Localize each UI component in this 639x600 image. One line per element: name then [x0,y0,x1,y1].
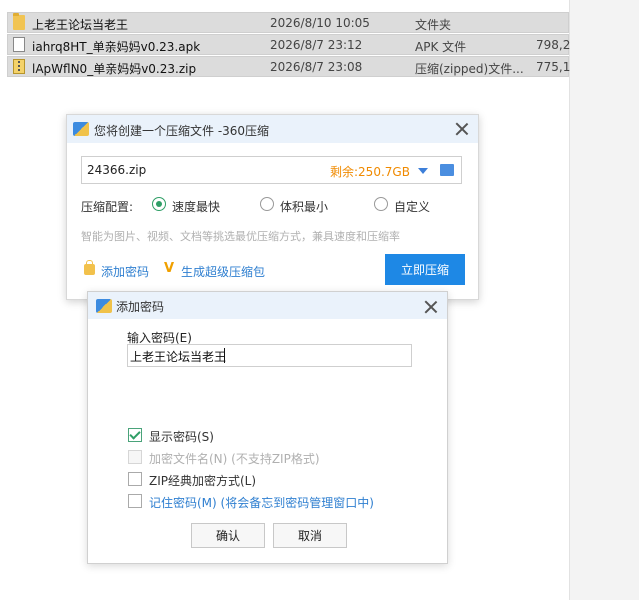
lock-icon [84,260,95,275]
file-name: 上老王论坛当老王 [32,18,129,32]
radio-smallest-label[interactable]: 体积最小 [280,198,328,215]
archive-filename-value[interactable]: 24366.zip [87,163,146,177]
super-pack-link[interactable]: 生成超级压缩包 [181,263,265,280]
add-password-link[interactable]: 添加密码 [101,263,149,280]
file-type: 文件夹 [415,18,452,32]
radio-fastest-label[interactable]: 速度最快 [172,198,220,215]
radio-fastest[interactable] [152,197,166,211]
file-date: 2026/8/7 23:12 [270,38,363,52]
chevron-down-icon[interactable] [418,168,428,174]
radio-custom[interactable] [374,197,388,211]
compress-config-label: 压缩配置: [81,200,134,214]
compress-now-button[interactable]: 立即压缩 [385,254,465,285]
compress-hint: 智能为图片、视频、文档等挑选最优压缩方式，兼具速度和压缩率 [81,230,400,243]
compress-dialog-titlebar[interactable]: 您将创建一个压缩文件 -360压缩 [67,115,478,143]
explorer-side-panel [569,0,639,600]
encrypt-filename-checkbox [128,450,142,464]
file-name: lApWflN0_单亲妈妈v0.23.zip [32,62,197,76]
free-space-label: 剩余:250.7GB [330,165,410,179]
radio-smallest[interactable] [260,197,274,211]
password-dialog-title: 添加密码 [116,300,165,314]
encrypt-filename-label: 加密文件名(N) (不支持ZIP格式) [149,452,320,466]
close-icon[interactable] [423,299,439,315]
confirm-button[interactable]: 确认 [191,523,265,548]
compress-dialog: 您将创建一个压缩文件 -360压缩 24366.zip 剩余:250.7GB 压… [66,114,479,300]
file-type: 压缩(zipped)文件... [415,62,524,76]
close-icon[interactable] [454,121,470,137]
password-dialog: 添加密码 输入密码(E) 上老王论坛当老王 显示密码(S) 加密文件名(N) (… [87,291,448,564]
remember-password-checkbox[interactable] [128,494,142,508]
cancel-button[interactable]: 取消 [273,523,347,548]
file-row-apk[interactable]: iahrq8HT_单亲妈妈v0.23.apk 2026/8/7 23:12 AP… [7,34,570,55]
show-password-label[interactable]: 显示密码(S) [149,428,214,445]
file-list: 上老王论坛当老王 2026/8/10 10:05 文件夹 iahrq8HT_单亲… [7,12,570,78]
file-size: 775,1 [536,60,570,74]
folder-icon [13,13,25,30]
radio-custom-label[interactable]: 自定义 [394,198,430,215]
password-value[interactable]: 上老王论坛当老王 [130,348,226,365]
password-input[interactable]: 上老王论坛当老王 [127,344,412,367]
vip-icon: V [164,261,175,276]
archive-filename-field[interactable]: 24366.zip 剩余:250.7GB [81,156,462,184]
file-date: 2026/8/7 23:08 [270,60,363,74]
folder-browse-icon[interactable] [440,164,454,176]
zip-classic-encryption-label[interactable]: ZIP经典加密方式(L) [149,472,256,489]
file-name: iahrq8HT_单亲妈妈v0.23.apk [32,40,201,54]
file-date: 2026/8/10 10:05 [270,16,370,30]
zip-classic-encryption-checkbox[interactable] [128,472,142,486]
archive-app-icon [73,122,89,136]
zip-icon [13,59,25,74]
password-dialog-titlebar[interactable]: 添加密码 [88,292,447,319]
file-row-folder[interactable]: 上老王论坛当老王 2026/8/10 10:05 文件夹 [7,12,569,33]
file-type: APK 文件 [415,40,467,54]
text-cursor [224,348,225,363]
compress-dialog-title: 您将创建一个压缩文件 -360压缩 [94,124,270,138]
remember-password-label[interactable]: 记住密码(M) (将会备忘到密码管理窗口中) [149,494,374,511]
show-password-checkbox[interactable] [128,428,142,442]
document-icon [13,37,25,52]
file-row-zip[interactable]: lApWflN0_单亲妈妈v0.23.zip 2026/8/7 23:08 压缩… [7,56,570,77]
file-size: 798,2 [536,38,570,52]
archive-app-icon [96,299,112,313]
